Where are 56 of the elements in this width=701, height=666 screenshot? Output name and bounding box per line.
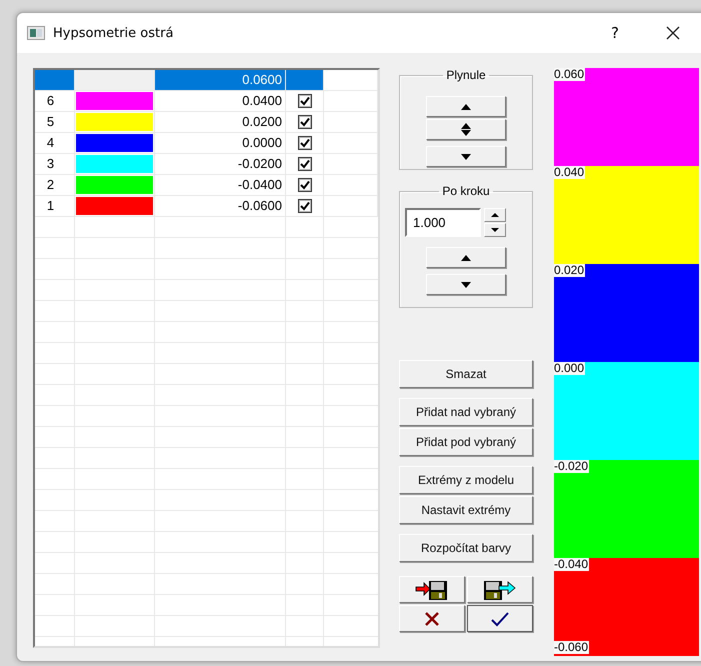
ok-button[interactable] (467, 605, 533, 632)
down-arrow-icon (491, 228, 499, 232)
table-cell (324, 70, 378, 91)
band-label: -0.040 (554, 558, 590, 571)
up-down-arrow-icon (461, 123, 471, 136)
action-button[interactable]: Rozpočítat barvy (399, 534, 533, 562)
band-label: 0.000 (554, 362, 586, 375)
window-title: Hypsometrie ostrá (53, 26, 174, 40)
table-cell: 0.0000 (155, 133, 286, 154)
table-cell: -0.0600 (155, 196, 286, 217)
action-button[interactable]: Přidat pod vybraný (399, 428, 533, 456)
band-label: 0.020 (554, 264, 586, 277)
action-button[interactable]: Smazat (399, 360, 533, 388)
up-arrow-icon (461, 254, 471, 260)
step-down-button[interactable] (426, 274, 506, 295)
spin-down-button[interactable] (484, 223, 506, 237)
checkbox[interactable] (298, 157, 312, 171)
up-button[interactable] (426, 96, 506, 117)
app-icon (27, 26, 45, 40)
floppy-arrow-out-icon (483, 578, 517, 600)
table-cell: 0.0600 (155, 70, 286, 91)
table-cell: 0.0400 (155, 91, 286, 112)
up-down-button[interactable] (426, 119, 506, 140)
action-button[interactable]: Nastavit extrémy (399, 496, 533, 524)
band-label: -0.060 (554, 641, 590, 654)
checkmark-icon (491, 610, 509, 626)
action-button[interactable]: Přidat nad vybraný (399, 398, 533, 426)
step-up-button[interactable] (426, 247, 506, 268)
help-button[interactable]: ? (591, 17, 639, 49)
spin-up-button[interactable] (484, 208, 506, 222)
down-arrow-icon (461, 282, 471, 288)
band-label: 0.060 (554, 68, 586, 81)
group-title: Po kroku (441, 184, 491, 198)
group-title: Plynule (445, 68, 487, 82)
table-cell: 0.0200 (155, 112, 286, 133)
down-button[interactable] (426, 146, 506, 167)
close-icon (666, 26, 680, 40)
cancel-button[interactable] (399, 605, 465, 632)
up-arrow-icon (491, 213, 499, 217)
table-cell: -0.0200 (155, 154, 286, 175)
table-cell: -0.0400 (155, 175, 286, 196)
checkbox[interactable] (298, 94, 312, 108)
load-button[interactable] (399, 576, 465, 603)
down-arrow-icon (461, 154, 471, 160)
arrow-into-floppy-icon (415, 578, 449, 600)
checkbox[interactable] (298, 199, 312, 213)
cross-icon (424, 610, 440, 626)
checkbox[interactable] (298, 115, 312, 129)
band-label: -0.020 (554, 460, 590, 473)
action-button[interactable]: Extrémy z modelu (399, 466, 533, 494)
save-button[interactable] (467, 576, 533, 603)
checkbox[interactable] (298, 136, 312, 150)
up-arrow-icon (461, 104, 471, 110)
step-field[interactable]: 1.000 (405, 208, 481, 237)
band-label: 0.040 (554, 166, 586, 179)
checkbox[interactable] (298, 178, 312, 192)
